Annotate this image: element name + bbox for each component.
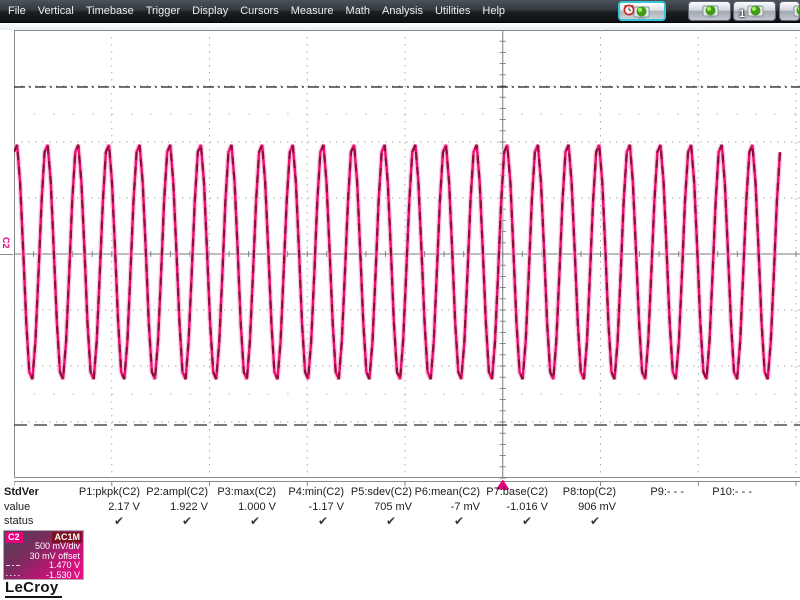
channel-orb-button-a[interactable] (688, 1, 731, 21)
menu-display[interactable]: Display (192, 0, 228, 22)
measure-row-label-status: status (4, 515, 34, 527)
menu-trigger[interactable]: Trigger (146, 0, 180, 22)
measure-param-header[interactable]: P3:max(C2) (208, 485, 276, 500)
measure-param-header[interactable]: P9:- - - (616, 485, 684, 500)
measure-param-status: ✔ (453, 514, 464, 528)
measure-param-header[interactable]: P10:- - - (684, 485, 752, 500)
menu-cursors[interactable]: Cursors (240, 0, 279, 22)
measure-row-label-stdver: StdVer (4, 486, 39, 498)
measure-param-status (684, 514, 752, 529)
measure-param-status: ✔ (113, 514, 124, 528)
oscilloscope-screen: File Vertical Timebase Trigger Display Cursor… (0, 0, 800, 600)
waveform-display (11, 30, 800, 492)
measure-param-status: ✔ (317, 514, 328, 528)
measure-param-header[interactable]: P5:sdev(C2) (344, 485, 412, 500)
upper-level-value: 1.470 V (48, 560, 80, 570)
channel-orb-button-1[interactable]: 1 (733, 1, 776, 21)
menu-vertical[interactable]: Vertical (38, 0, 74, 22)
toolbar-button-badge: 1 (739, 8, 746, 20)
c2-descriptor-box[interactable]: C2 AC1M 500 mV/div 30 mV offset 1.470 V … (3, 530, 84, 580)
menu-file[interactable]: File (8, 0, 26, 22)
waveform-grid (11, 30, 800, 490)
channel-c2-zero-line (0, 254, 13, 255)
measure-param-value: 1.922 V (170, 500, 208, 513)
dashdot-line-icon (6, 565, 21, 566)
lecroy-logo: LeCroy (5, 580, 63, 598)
c2-waveform-glow (11, 143, 783, 381)
lower-level-value: -1.530 V (45, 569, 80, 580)
channel-orb-button-b[interactable] (779, 1, 800, 21)
dotted-line-icon (6, 574, 21, 576)
measure-param-status: ✔ (385, 514, 396, 528)
menu-analysis[interactable]: Analysis (382, 0, 423, 22)
measure-param-value: 906 mV (578, 500, 616, 513)
menu-measure[interactable]: Measure (291, 0, 334, 22)
measure-param-status: ✔ (249, 514, 260, 528)
measure-param-value: -1.016 V (506, 500, 548, 513)
measure-param-status: ✔ (521, 514, 532, 528)
menu-timebase[interactable]: Timebase (86, 0, 134, 22)
measure-param-value: 2.17 V (108, 500, 140, 513)
measure-param-header[interactable]: P4:min(C2) (276, 485, 344, 500)
menu-utilities[interactable]: Utilities (435, 0, 470, 22)
measure-param-value (684, 500, 752, 515)
menu-help[interactable]: Help (482, 0, 505, 22)
channel-c2-axis-label[interactable]: C2 (1, 237, 11, 249)
menu-math[interactable]: Math (346, 0, 370, 22)
measure-param-value: -1.17 V (308, 500, 344, 513)
measure-param-status (616, 514, 684, 529)
measure-param-header[interactable]: P6:mean(C2) (412, 485, 480, 500)
quick-toolbar: 1 (616, 1, 800, 22)
measure-param-value (616, 500, 684, 515)
measure-param-value: 1.000 V (238, 500, 276, 513)
timer-capture-button[interactable] (618, 1, 666, 21)
measure-param-header[interactable]: P1:pkpk(C2) (72, 485, 140, 500)
measure-param-header[interactable]: P7:base(C2) (480, 485, 548, 500)
measure-param-value: -7 mV (450, 500, 480, 513)
measure-param-header[interactable]: P2:ampl(C2) (140, 485, 208, 500)
measure-row-label-value: value (4, 500, 31, 513)
measure-param-value: 705 mV (374, 500, 412, 513)
measure-param-status: ✔ (589, 514, 600, 528)
measure-param-header[interactable]: P8:top(C2) (548, 485, 616, 500)
menu-items: File Vertical Timebase Trigger Display Cursor… (0, 0, 505, 22)
measure-param-status: ✔ (181, 514, 192, 528)
menu-bar-lower-strip (0, 23, 800, 30)
measurement-table: StdVer P1:pkpk(C2) P2:ampl(C2) P3:max(C2) P4… (4, 485, 752, 529)
